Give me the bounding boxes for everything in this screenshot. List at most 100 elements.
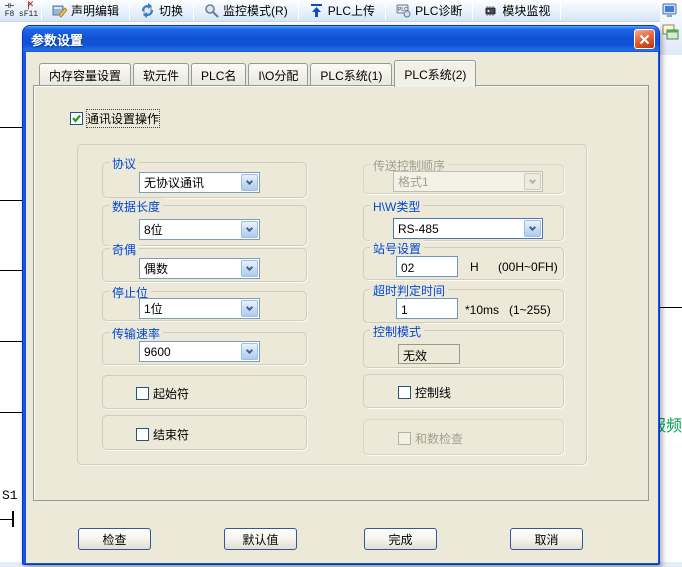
toolbar-separator	[560, 2, 561, 20]
parity-combo[interactable]: 偶数	[139, 258, 260, 279]
tab-plc-system-2[interactable]: PLC系统(2)	[394, 60, 476, 87]
group-station-number: 站号设置 H (00H~0FH)	[363, 247, 564, 280]
end-char-checkbox-label[interactable]: 结束符	[153, 426, 189, 443]
ladder-editor-background: S1	[0, 22, 22, 543]
hw-type-combo[interactable]: RS-485	[393, 218, 543, 239]
toolbar-button-declaration-edit[interactable]: 声明编辑	[45, 1, 126, 21]
sum-check-checkbox-label: 和数检查	[415, 430, 463, 447]
timeout-input[interactable]	[396, 298, 458, 319]
default-button-label: 默认值	[242, 531, 278, 548]
group-stop-bit: 停止位 1位	[102, 291, 307, 321]
close-button[interactable]	[634, 29, 655, 49]
data-length-combo[interactable]: 8位	[139, 219, 260, 240]
chevron-down-icon	[246, 263, 253, 270]
right-toolbar-panel	[660, 0, 682, 55]
finish-button[interactable]: 完成	[364, 528, 437, 550]
ladder-line-icon: ⊣⊢	[5, 3, 15, 11]
chevron-down-icon	[246, 303, 253, 310]
window-tool-icon[interactable]	[662, 24, 680, 42]
toolbar-button-plc-diagnosis[interactable]: PLC PLC诊断	[389, 1, 469, 21]
tab-plc-system-1[interactable]: PLC系统(1)	[310, 63, 392, 86]
toolbar-button-label: PLC诊断	[415, 2, 462, 19]
group-protocol: 协议 无协议通讯	[102, 162, 307, 198]
station-number-input[interactable]	[396, 256, 458, 277]
tab-label: 软元件	[143, 67, 179, 84]
chevron-down-icon	[529, 176, 536, 183]
toolbar-button-switch[interactable]: 切换	[133, 1, 190, 21]
toolbar-separator	[298, 2, 299, 20]
toolbar-button-label: 监控模式(R)	[223, 2, 288, 19]
data-length-combo-value: 8位	[140, 221, 240, 238]
tab-strip: 内存容量设置 软元件 PLC名 I\O分配 PLC系统(1) PLC系统(2)	[39, 58, 478, 86]
group-hw-type-label: H\W类型	[370, 198, 423, 215]
ladder-contact-icon	[12, 511, 14, 527]
ladder-rung	[660, 307, 682, 308]
dialog-titlebar[interactable]: 参数设置	[23, 26, 659, 52]
tab-devices[interactable]: 软元件	[133, 63, 189, 86]
dialog-body: 内存容量设置 软元件 PLC名 I\O分配 PLC系统(1) PLC系统(2) …	[26, 52, 658, 563]
baud-rate-combo[interactable]: 9600	[139, 341, 260, 362]
switch-icon	[140, 3, 155, 18]
toolbar-button-plc-upload[interactable]: PLC上传	[302, 1, 382, 21]
stop-bit-combo-arrow[interactable]	[241, 300, 258, 317]
tab-plc-name[interactable]: PLC名	[191, 63, 246, 86]
plc-diagnosis-icon: PLC	[396, 3, 411, 18]
baud-rate-combo-arrow[interactable]	[241, 343, 258, 360]
tab-memory-capacity[interactable]: 内存容量设置	[39, 63, 131, 86]
toolbar-button-label: 声明编辑	[71, 2, 119, 19]
delete-vline-icon: |✕	[26, 3, 31, 11]
start-char-checkbox-label[interactable]: 起始符	[153, 385, 189, 402]
ladder-device-label: S1	[2, 488, 18, 503]
group-transfer-control: 传送控制顺序 格式1	[363, 164, 564, 194]
group-station-number-label: 站号设置	[370, 240, 424, 257]
ladder-tool-key: F8	[5, 11, 15, 19]
chevron-down-icon	[246, 177, 253, 184]
default-button[interactable]: 默认值	[224, 528, 297, 550]
data-length-combo-arrow[interactable]	[241, 221, 258, 238]
ladder-tool-button-sf11[interactable]: |✕ sF11	[19, 0, 38, 21]
toolbar-button-monitor-mode[interactable]: 监控模式(R)	[197, 1, 295, 21]
hw-type-combo-arrow[interactable]	[524, 220, 541, 237]
group-control-mode-label: 控制模式	[370, 323, 424, 340]
ladder-rung	[0, 127, 22, 128]
monitor-mode-icon	[204, 3, 219, 18]
start-char-checkbox-row[interactable]: 起始符	[136, 385, 189, 402]
group-timeout-label: 超时判定时间	[370, 282, 448, 299]
cancel-button[interactable]: 取消	[510, 528, 583, 550]
comm-settings-checkbox[interactable]	[70, 112, 83, 125]
control-line-checkbox[interactable]	[398, 386, 411, 399]
control-line-checkbox-row[interactable]: 控制线	[398, 384, 451, 401]
tab-label: PLC系统(2)	[404, 66, 466, 83]
ladder-rung	[0, 341, 22, 342]
ladder-tool-button-f8[interactable]: ⊣⊢ F8	[0, 0, 19, 21]
cancel-button-label: 取消	[534, 531, 558, 548]
protocol-combo-value: 无协议通讯	[140, 174, 240, 191]
ladder-tool-key: sF11	[19, 11, 38, 19]
group-control-line: 控制线	[363, 374, 564, 408]
transfer-control-combo-arrow	[524, 173, 541, 190]
group-protocol-label: 协议	[109, 155, 139, 172]
protocol-combo[interactable]: 无协议通讯	[139, 172, 260, 193]
parity-combo-arrow[interactable]	[241, 260, 258, 277]
comm-settings-checkbox-label[interactable]: 通讯设置操作	[87, 110, 159, 127]
toolbar-button-label: 模块监视	[502, 2, 550, 19]
control-line-checkbox-label[interactable]: 控制线	[415, 384, 451, 401]
toolbar-button-module-monitor[interactable]: 模块监视	[476, 1, 557, 21]
stop-bit-combo[interactable]: 1位	[139, 298, 260, 319]
chevron-down-icon	[246, 346, 253, 353]
comm-settings-checkbox-row[interactable]: 通讯设置操作	[70, 110, 159, 127]
toolbar-button-label: PLC上传	[328, 2, 375, 19]
end-char-checkbox[interactable]	[136, 428, 149, 441]
start-char-checkbox[interactable]	[136, 387, 149, 400]
check-button[interactable]: 检查	[78, 528, 151, 550]
group-sum-check: 和数检查	[363, 419, 564, 455]
server-monitor-icon[interactable]	[662, 2, 680, 20]
group-control-mode: 控制模式 无效	[363, 330, 564, 368]
control-mode-value: 无效	[398, 344, 460, 364]
chevron-down-icon	[246, 224, 253, 231]
hw-type-combo-value: RS-485	[394, 222, 523, 236]
protocol-combo-arrow[interactable]	[241, 174, 258, 191]
group-parity-label: 奇偶	[109, 241, 139, 258]
end-char-checkbox-row[interactable]: 结束符	[136, 426, 189, 443]
tab-io-assignment[interactable]: I\O分配	[248, 63, 308, 86]
